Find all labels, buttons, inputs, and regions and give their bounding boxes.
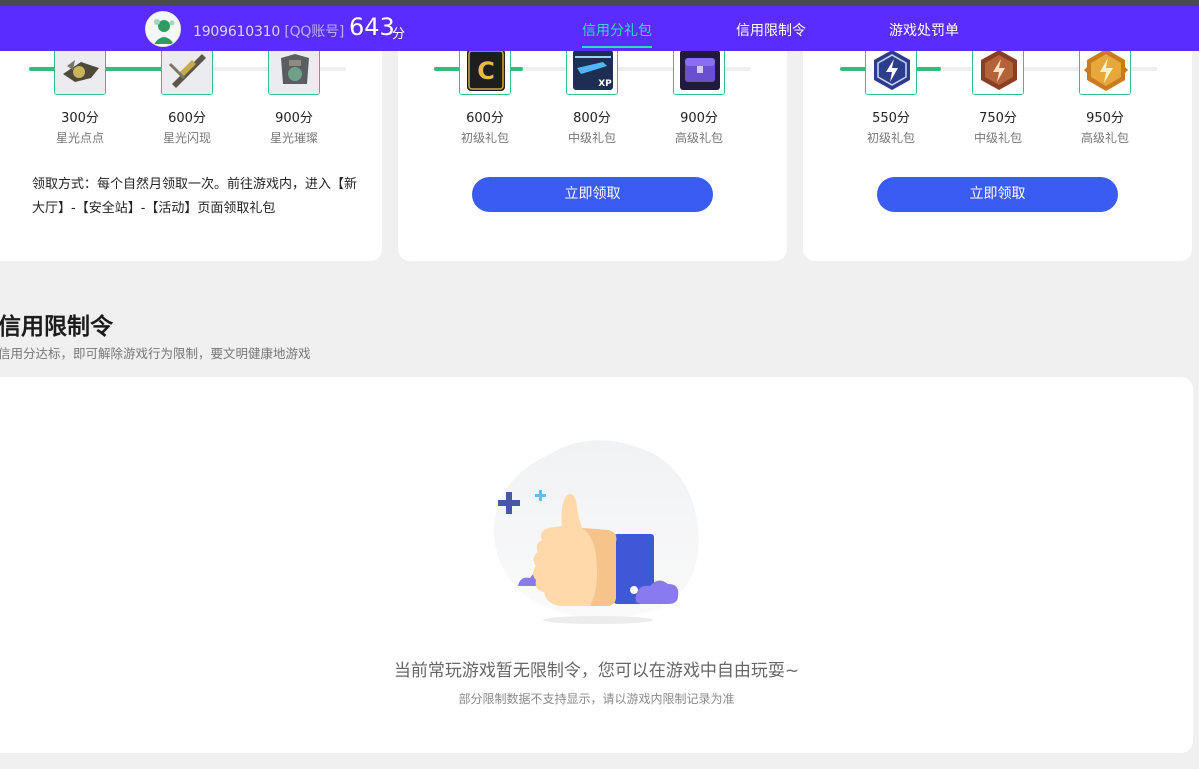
claim-method-text: 领取方式：每个自然月领取一次。前往游戏内，进入【新大厅】-【安全站】-【活动】页…	[32, 177, 358, 216]
empty-restriction-note: 部分限制数据不支持显示，请以游戏内限制记录为准	[458, 692, 735, 706]
credit-score-unit: 分	[392, 27, 406, 42]
svg-text:XP: XP	[598, 79, 612, 89]
tab-label: 游戏处罚单	[889, 23, 959, 39]
tier-name: 星光点点	[55, 131, 104, 145]
claim-now-button[interactable]: 立即领取	[877, 177, 1118, 212]
credit-score: 643	[349, 13, 395, 41]
section-title: 信用限制令	[0, 314, 113, 340]
tier-name: 星光闪现	[162, 131, 211, 145]
tier-points: 900分	[275, 111, 313, 126]
gift-card-emblem: 550分 750分 950分 初级礼包 中级礼包 高级礼包 立即领取	[803, 20, 1192, 261]
tier-points: 600分	[466, 111, 504, 126]
empty-restriction-message: 当前常玩游戏暂无限制令，您可以在游戏中自由玩耍~	[393, 661, 800, 681]
account-id: 1909610310	[193, 24, 281, 40]
tier-points: 900分	[680, 111, 718, 126]
tab-label: 信用分礼包	[582, 23, 652, 39]
section-subtitle: 信用分达标，即可解除游戏行为限制，要文明健康地游戏	[0, 346, 311, 361]
user-avatar[interactable]	[145, 11, 181, 47]
top-nav-bar: 1909610310 [QQ账号] 643 分 信用分礼包 信用限制令 游戏处罚…	[0, 6, 1199, 51]
tier-name: 中级礼包	[973, 131, 1022, 145]
tab-restriction[interactable]: 信用限制令	[736, 20, 806, 40]
tier-points: 550分	[872, 111, 910, 126]
tier-name: 高级礼包	[674, 131, 723, 145]
tab-credit-gift[interactable]: 信用分礼包	[582, 20, 652, 48]
tier-name: 星光璀璨	[269, 131, 318, 145]
account-info: 1909610310 [QQ账号]	[193, 21, 344, 41]
gift-card-starlight: 300分 600分 900分 星光点点 星光闪现 星光璀璨 领取方式：每个自然月…	[0, 20, 382, 261]
tier-points: 300分	[61, 111, 99, 126]
tab-penalty[interactable]: 游戏处罚单	[889, 20, 959, 40]
active-tab-underline	[582, 46, 652, 48]
tier-name: 初级礼包	[460, 131, 509, 145]
gift-card-level: C XP 600分 800分 900分 初级礼包 中级礼包 高级礼包 立即领取	[398, 20, 787, 261]
tab-label: 信用限制令	[736, 23, 806, 39]
thumbs-up-illustration	[490, 436, 705, 631]
tier-name: 初级礼包	[866, 131, 915, 145]
tier-points: 600分	[168, 111, 206, 126]
tier-points: 950分	[1086, 111, 1124, 126]
svg-text:C: C	[477, 57, 495, 85]
tier-points: 800分	[573, 111, 611, 126]
tier-points: 750分	[979, 111, 1017, 126]
claim-now-button[interactable]: 立即领取	[472, 177, 713, 212]
tier-name: 高级礼包	[1080, 131, 1129, 145]
tier-name: 中级礼包	[567, 131, 616, 145]
account-type: [QQ账号]	[284, 24, 345, 40]
